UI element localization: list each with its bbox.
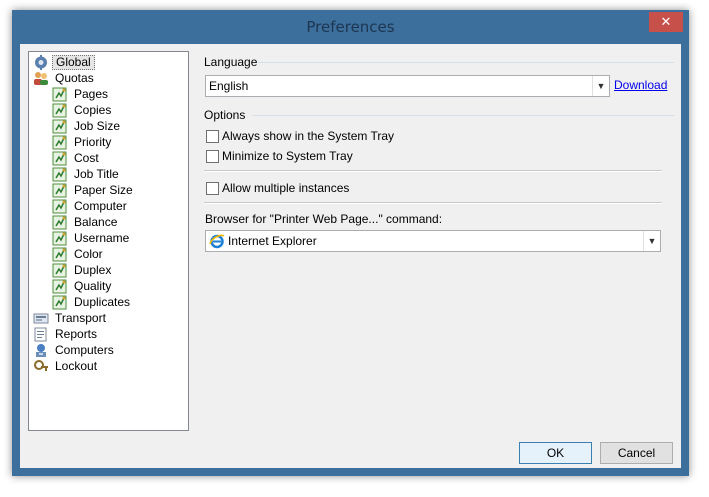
quota-icon	[52, 279, 68, 294]
tree-item-label[interactable]: Computer	[71, 199, 130, 214]
quota-icon	[52, 87, 68, 102]
tree-item-label[interactable]: Transport	[52, 311, 109, 326]
options-separator-1	[204, 170, 662, 172]
tree-item-label[interactable]: Lockout	[52, 359, 100, 374]
tree-item-label[interactable]: Duplicates	[71, 295, 133, 310]
ok-button[interactable]: OK	[519, 442, 592, 464]
quota-icon	[52, 295, 68, 310]
language-group-line	[258, 62, 674, 63]
checkbox-box[interactable]	[206, 182, 219, 195]
always-tray-label[interactable]: Always show in the System Tray	[222, 129, 394, 143]
quota-icon	[52, 151, 68, 166]
tree-item-label[interactable]: Duplex	[71, 263, 114, 278]
language-section-label: Language	[204, 55, 258, 69]
tree-item-label[interactable]: Global	[52, 55, 95, 70]
options-group-line	[252, 115, 674, 116]
quota-icon	[52, 263, 68, 278]
quota-icon	[52, 183, 68, 198]
quota-icon	[52, 167, 68, 182]
browser-select-value: Internet Explorer	[228, 234, 317, 248]
checkbox-box[interactable]	[206, 130, 219, 143]
quota-icon	[52, 119, 68, 134]
tree-item-label[interactable]: Copies	[71, 103, 114, 118]
tree-item-label[interactable]: Priority	[71, 135, 114, 150]
chevron-down-icon[interactable]: ▼	[592, 76, 609, 96]
options-section-label: Options	[204, 108, 246, 122]
quota-icon	[52, 247, 68, 262]
tree-item-label[interactable]: Balance	[71, 215, 120, 230]
gear-icon	[33, 55, 49, 70]
users-icon	[33, 71, 49, 86]
browser-select[interactable]: Internet Explorer ▼	[205, 230, 661, 252]
cancel-button[interactable]: Cancel	[600, 442, 673, 464]
close-button[interactable]: ✕	[649, 12, 683, 32]
minimize-tray-label[interactable]: Minimize to System Tray	[222, 149, 353, 163]
checkbox-box[interactable]	[206, 150, 219, 163]
multiple-instances-label[interactable]: Allow multiple instances	[222, 181, 349, 195]
tree-item-label[interactable]: Username	[71, 231, 132, 246]
tree-item-label[interactable]: Cost	[71, 151, 102, 166]
tree-item-label[interactable]: Quotas	[52, 71, 97, 86]
category-tree[interactable]: Global Quotas Pages Copies Job Size Priority C…	[28, 51, 189, 431]
title-bar[interactable]: Preferences ✕	[12, 10, 689, 44]
lockout-icon	[33, 359, 49, 374]
tree-item-label[interactable]: Pages	[71, 87, 111, 102]
quota-icon	[52, 215, 68, 230]
transport-icon	[33, 311, 49, 326]
tree-item-label[interactable]: Job Size	[71, 119, 123, 134]
language-select-value: English	[209, 79, 249, 93]
chevron-down-icon[interactable]: ▼	[643, 231, 660, 251]
tree-item-label[interactable]: Computers	[52, 343, 117, 358]
reports-icon	[33, 327, 49, 342]
browser-label: Browser for "Printer Web Page..." comman…	[205, 212, 443, 226]
tree-item-label[interactable]: Color	[71, 247, 106, 262]
dialog-client: Global Quotas Pages Copies Job Size Priority C…	[20, 44, 681, 468]
quota-icon	[52, 103, 68, 118]
options-separator-2	[204, 202, 662, 204]
window-title: Preferences	[306, 18, 395, 36]
settings-panel: Language English ▼ Download Options Alwa…	[194, 51, 674, 432]
quota-icon	[52, 199, 68, 214]
preferences-window: Preferences ✕ Global Quotas Pages Copies Job…	[12, 10, 689, 476]
quota-icon	[52, 135, 68, 150]
ie-icon	[209, 233, 225, 249]
download-link[interactable]: Download	[614, 78, 667, 92]
tree-item-label[interactable]: Paper Size	[71, 183, 136, 198]
language-select[interactable]: English ▼	[205, 75, 610, 97]
close-icon: ✕	[660, 14, 672, 29]
quota-icon	[52, 231, 68, 246]
tree-item-label[interactable]: Reports	[52, 327, 100, 342]
tree-item-label[interactable]: Job Title	[71, 167, 122, 182]
computers-icon	[33, 343, 49, 358]
tree-item-label[interactable]: Quality	[71, 279, 114, 294]
